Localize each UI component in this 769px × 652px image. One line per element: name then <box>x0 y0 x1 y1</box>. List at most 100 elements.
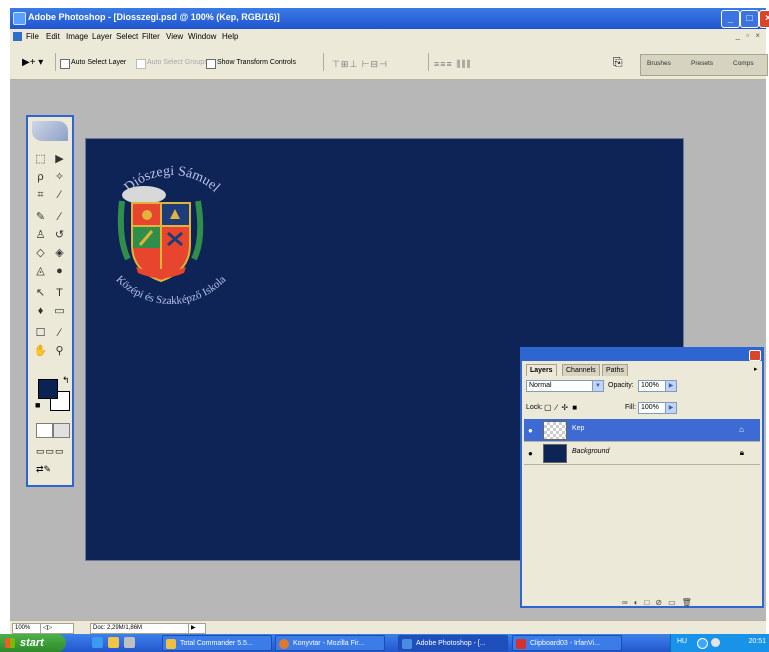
taskbar-item-firefox[interactable]: Konyvtar - Mozilla Fir... <box>275 635 385 651</box>
align-buttons[interactable]: ⊤⊞⊥ ⊢⊟⊣ <box>332 59 388 70</box>
palette-menu-icon[interactable]: ▸ <box>754 365 758 373</box>
layers-palette: Layers Channels Paths ▸ Normal ▼ Opacity… <box>520 347 764 608</box>
hand-tool-icon[interactable]: ✋ <box>32 343 49 359</box>
distribute-buttons[interactable]: ≡≡≡ ⫼⫼⫼ <box>434 59 472 70</box>
status-nav-icon[interactable]: ◁▷ <box>40 623 74 634</box>
crop-tool-icon[interactable]: ⌗ <box>32 187 49 203</box>
history-brush-tool-icon[interactable]: ↺ <box>51 227 68 243</box>
clone-stamp-tool-icon[interactable]: ♙ <box>32 227 49 243</box>
foreground-color-swatch[interactable] <box>38 379 58 399</box>
coat-of-arms <box>117 186 204 283</box>
well-tab-brushes[interactable]: Brushes <box>647 60 671 67</box>
menu-edit[interactable]: Edit <box>46 32 60 41</box>
school-logo: Diószegi Sámuel Középi és Szakképző Isko… <box>114 164 229 307</box>
magic-wand-tool-icon[interactable]: ✧ <box>51 169 68 185</box>
swap-colors-icon[interactable]: ↰ <box>62 375 70 386</box>
layer-row-background[interactable]: ● Background 🔒︎ <box>524 442 760 465</box>
photoshop-feather-icon[interactable] <box>32 121 68 141</box>
palette-bottom-buttons[interactable]: ∞◐□⊘▭🗑︎ <box>622 598 698 607</box>
options-bar: ▶+ ▾ Auto Select Layer Auto Select Group… <box>10 45 768 80</box>
opacity-slider-button[interactable]: ▶ <box>665 380 677 392</box>
type-tool-icon[interactable]: T <box>51 285 68 301</box>
path-selection-tool-icon[interactable]: ↖ <box>32 285 49 301</box>
tab-paths[interactable]: Paths <box>602 364 628 376</box>
menu-image[interactable]: Image <box>66 32 88 41</box>
menu-window[interactable]: Window <box>188 32 216 41</box>
show-transform-controls-checkbox[interactable] <box>206 59 216 69</box>
file-browser-icon[interactable]: ⎘ <box>613 55 623 70</box>
fill-input[interactable]: 100% <box>638 402 668 414</box>
lasso-tool-icon[interactable]: ρ <box>32 169 49 185</box>
shape-tool-icon[interactable]: ▭ <box>51 303 68 319</box>
move-tool-preset-icon[interactable]: ▶+ ▾ <box>22 57 43 68</box>
firefox-icon <box>279 639 289 649</box>
well-tab-comps[interactable]: Comps <box>733 60 754 67</box>
desktop-quicklaunch-icon[interactable] <box>124 637 135 648</box>
eraser-tool-icon[interactable]: ◇ <box>32 245 49 261</box>
layer-name: Background <box>572 448 610 455</box>
lock-icon: 🔒︎ <box>739 448 744 457</box>
layer-row-kep[interactable]: ● Kep ⌂ <box>524 419 760 442</box>
volume-tray-icon[interactable] <box>711 638 720 647</box>
auto-select-layer-checkbox[interactable] <box>60 59 70 69</box>
minimize-button[interactable]: _ <box>721 10 740 28</box>
marquee-tool-icon[interactable]: ⬚ <box>32 151 49 167</box>
default-colors-icon[interactable]: ■ <box>35 400 40 410</box>
taskbar-item-photoshop[interactable]: Adobe Photoshop - [... <box>398 635 508 651</box>
jump-to-imageready-icon[interactable]: ⇄✎ <box>36 464 51 475</box>
close-button[interactable]: × <box>759 10 769 28</box>
explorer-quicklaunch-icon[interactable] <box>108 637 119 648</box>
total-commander-icon <box>166 639 176 649</box>
quick-mask-mode-button[interactable] <box>53 423 70 438</box>
window-title: Adobe Photoshop - [Diosszegi.psd @ 100% … <box>28 12 280 22</box>
visibility-eye-icon[interactable]: ● <box>528 426 533 435</box>
palette-close-icon[interactable] <box>749 350 761 361</box>
menu-view[interactable]: View <box>166 32 183 41</box>
pen-tool-icon[interactable]: ♦ <box>32 303 49 319</box>
menu-select[interactable]: Select <box>116 32 138 41</box>
taskbar-item-total-commander[interactable]: Total Commander 5.5... <box>162 635 272 651</box>
network-tray-icon[interactable] <box>697 638 708 649</box>
menu-file[interactable]: File <box>26 32 39 41</box>
screen-mode-buttons[interactable]: ▭▭▭ <box>36 446 65 457</box>
healing-brush-tool-icon[interactable]: ✎ <box>32 209 49 225</box>
status-menu-arrow-icon[interactable]: ▶ <box>188 623 206 634</box>
eyedropper-tool-icon[interactable]: ⁄ <box>51 325 68 341</box>
lock-label: Lock: <box>526 404 543 411</box>
lock-buttons[interactable]: ▢ ∕ ✢ ■ <box>544 403 578 412</box>
well-tab-presets[interactable]: Presets <box>691 60 713 67</box>
brush-tool-icon[interactable]: ∕ <box>51 209 68 225</box>
move-tool-icon[interactable]: ▶ <box>51 151 68 167</box>
notes-tool-icon[interactable]: ☐ <box>32 325 49 341</box>
blend-mode-select[interactable]: Normal <box>526 380 596 392</box>
blur-tool-icon[interactable]: ◬ <box>32 263 49 279</box>
chevron-down-icon[interactable]: ▼ <box>592 380 604 392</box>
menu-filter[interactable]: Filter <box>142 32 160 41</box>
fill-slider-button[interactable]: ▶ <box>665 402 677 414</box>
palette-well: Brushes Presets Comps <box>640 54 768 76</box>
slice-tool-icon[interactable]: ⁄ <box>51 187 68 203</box>
opacity-input[interactable]: 100% <box>638 380 668 392</box>
tab-channels[interactable]: Channels <box>562 364 600 376</box>
zoom-level[interactable]: 100% <box>12 623 42 634</box>
irfanview-icon <box>516 639 526 649</box>
separator <box>55 53 56 71</box>
start-button[interactable]: start <box>0 634 66 652</box>
palette-title-bar[interactable] <box>522 349 762 361</box>
menu-layer[interactable]: Layer <box>92 32 112 41</box>
taskbar: start Total Commander 5.5... Konyvtar - … <box>0 634 769 652</box>
tab-layers[interactable]: Layers <box>526 364 557 376</box>
dodge-tool-icon[interactable]: ● <box>51 263 68 279</box>
visibility-eye-icon[interactable]: ● <box>528 449 533 458</box>
paint-bucket-tool-icon[interactable]: ◈ <box>51 245 68 261</box>
maximize-button[interactable]: □ <box>740 10 759 28</box>
language-indicator[interactable]: HU <box>677 638 687 645</box>
zoom-tool-icon[interactable]: ⚲ <box>51 343 68 359</box>
menu-help[interactable]: Help <box>222 32 238 41</box>
standard-mode-button[interactable] <box>36 423 53 438</box>
document-window-controls[interactable]: _ ▫ × <box>736 31 762 40</box>
fill-label: Fill: <box>625 404 636 411</box>
ie-quicklaunch-icon[interactable] <box>92 637 103 648</box>
taskbar-item-irfanview[interactable]: Clipboard03 - IrfanVi... <box>512 635 622 651</box>
svg-text:Középi és Szakképző Iskola: Középi és Szakképző Iskola <box>114 273 229 307</box>
